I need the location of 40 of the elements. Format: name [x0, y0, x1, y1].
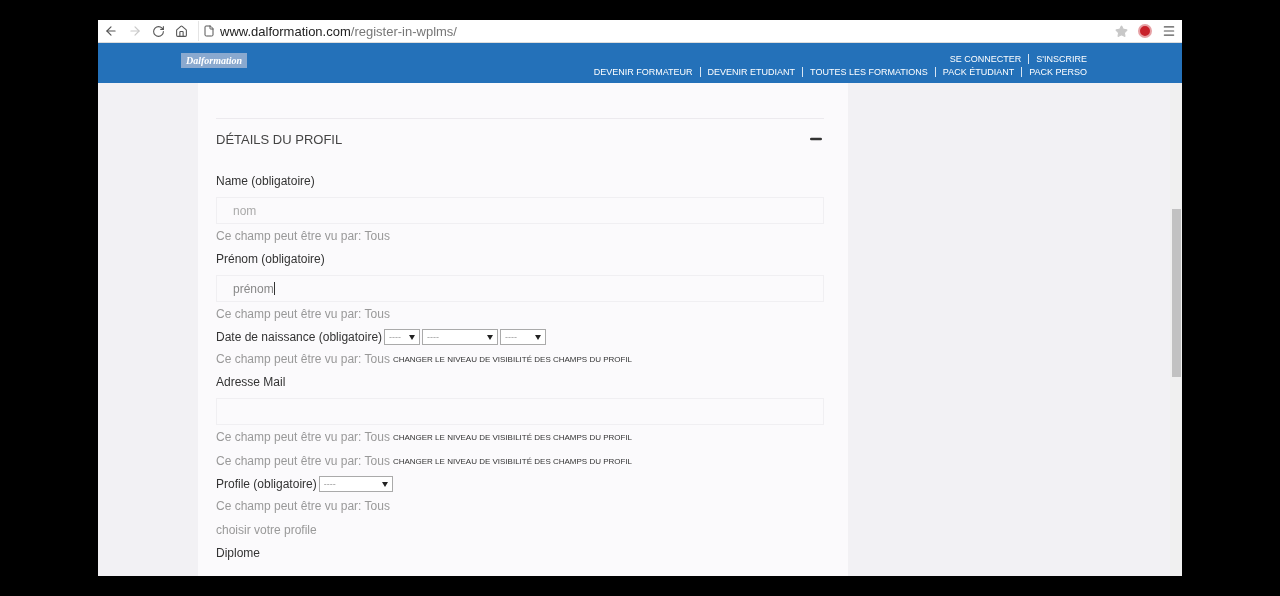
scrollbar[interactable] — [1170, 83, 1182, 576]
visibility-link[interactable]: CHANGER LE NIVEAU DE VISIBILITÉ DES CHAMPS DU PROFIL — [392, 354, 633, 364]
dropdown[interactable]: ---- — [422, 329, 499, 345]
dropdown[interactable]: ---- — [318, 476, 393, 492]
section-title: DÉTAILS DU PROFIL — [216, 131, 343, 147]
visibility-text: Ce champ peut être vu par: Tous — [216, 229, 390, 243]
reload-icon[interactable] — [152, 24, 165, 38]
nav-link[interactable]: TOUTES LES FORMATIONS — [802, 67, 935, 77]
dropdown[interactable]: ---- — [500, 329, 547, 345]
visibility-link[interactable]: CHANGER LE NIVEAU DE VISIBILITÉ DES CHAMPS DU PROFIL — [392, 456, 633, 466]
star-icon[interactable] — [1115, 24, 1128, 38]
page-icon — [203, 25, 215, 37]
field-description: choisir votre profile — [216, 523, 317, 537]
home-icon[interactable] — [175, 24, 188, 38]
back-icon[interactable] — [104, 24, 118, 38]
text-field[interactable]: prénom — [216, 275, 824, 302]
nav-link[interactable]: PACK PERSO — [1021, 67, 1087, 77]
nav-link[interactable]: DEVENIR FORMATEUR — [586, 67, 700, 77]
nav-link[interactable]: PACK ÉTUDIANT — [934, 67, 1022, 77]
field-label: Diplome — [216, 546, 260, 560]
extension-icon[interactable] — [1138, 24, 1152, 38]
visibility-text: Ce champ peut être vu par: Tous — [216, 454, 390, 468]
text-field[interactable]: nom — [216, 197, 824, 224]
field-label: Adresse Mail — [216, 375, 286, 389]
dropdown[interactable]: ---- — [384, 329, 421, 345]
visibility-text: Ce champ peut être vu par: Tous — [216, 430, 390, 444]
visibility-text: Ce champ peut être vu par: Tous — [216, 352, 390, 366]
field-label: Name (obligatoire) — [216, 174, 315, 188]
field-label: Date de naissance (obligatoire) — [216, 330, 383, 344]
visibility-text: Ce champ peut être vu par: Tous — [216, 499, 390, 513]
nav-link[interactable]: SE CONNECTER — [942, 54, 1029, 64]
nav-link[interactable]: DEVENIR ETUDIANT — [699, 67, 803, 77]
text-caret — [273, 282, 275, 295]
nav-link[interactable]: S'INSCRIRE — [1028, 54, 1087, 64]
field-label: Profile (obligatoire) — [216, 477, 317, 491]
visibility-text: Ce champ peut être vu par: Tous — [216, 307, 390, 321]
visibility-link[interactable]: CHANGER LE NIVEAU DE VISIBILITÉ DES CHAMPS DU PROFIL — [392, 432, 633, 442]
menu-icon[interactable] — [1162, 24, 1176, 38]
field-label: Prénom (obligatoire) — [216, 252, 325, 266]
address-bar[interactable]: www.dalformation.com/register-in-wplms/ — [220, 23, 457, 39]
